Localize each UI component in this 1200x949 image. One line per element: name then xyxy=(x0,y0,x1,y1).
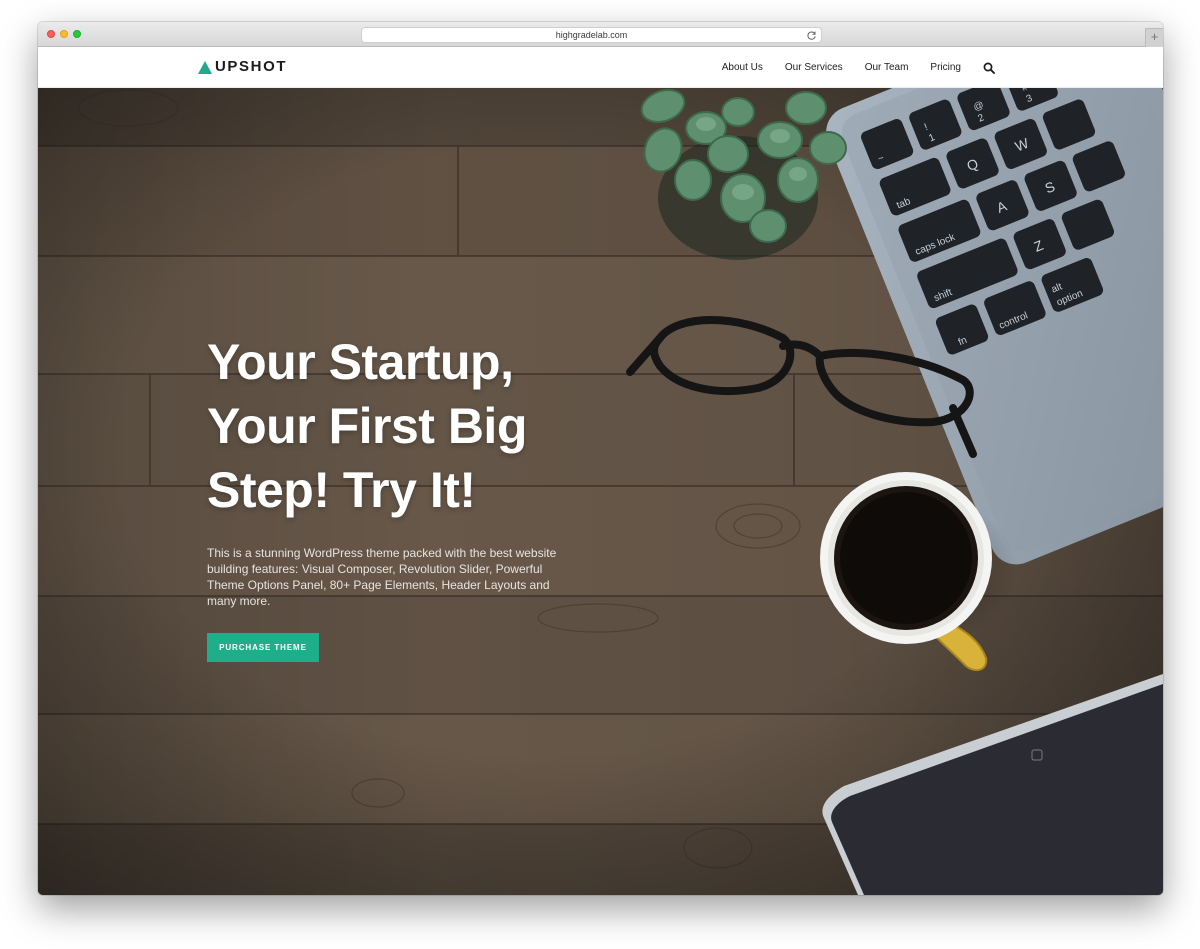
logo-triangle-icon xyxy=(198,60,212,74)
close-window-button[interactable] xyxy=(47,30,55,38)
nav-item-our-services[interactable]: Our Services xyxy=(785,47,843,88)
reload-icon[interactable] xyxy=(806,30,817,41)
minimize-window-button[interactable] xyxy=(60,30,68,38)
hero-description: This is a stunning WordPress theme packe… xyxy=(207,546,557,608)
browser-window: highgradelab.com + UPSHOT About Us Our S… xyxy=(38,22,1163,895)
logo-text: UPSHOT xyxy=(215,58,288,75)
main-nav: About Us Our Services Our Team Pricing xyxy=(722,47,995,88)
new-tab-button[interactable]: + xyxy=(1145,28,1163,47)
nav-item-our-team[interactable]: Our Team xyxy=(865,47,909,88)
hero-section: ~ 1 ! 2 @ 3 # tab Q W caps lock A S shif… xyxy=(38,88,1163,895)
url-text: highgradelab.com xyxy=(555,30,628,40)
site-header: UPSHOT About Us Our Services Our Team Pr… xyxy=(38,47,1163,88)
purchase-theme-button[interactable]: PURCHASE THEME xyxy=(207,633,319,662)
browser-titlebar: highgradelab.com + xyxy=(38,22,1163,47)
address-bar[interactable]: highgradelab.com xyxy=(361,27,822,43)
maximize-window-button[interactable] xyxy=(73,30,81,38)
nav-item-pricing[interactable]: Pricing xyxy=(930,47,961,88)
hero-content: Your Startup, Your First Big Step! Try I… xyxy=(207,330,627,662)
nav-item-about-us[interactable]: About Us xyxy=(722,47,763,88)
search-icon[interactable] xyxy=(983,62,995,74)
hero-title: Your Startup, Your First Big Step! Try I… xyxy=(207,334,527,518)
site-logo[interactable]: UPSHOT xyxy=(198,59,287,75)
